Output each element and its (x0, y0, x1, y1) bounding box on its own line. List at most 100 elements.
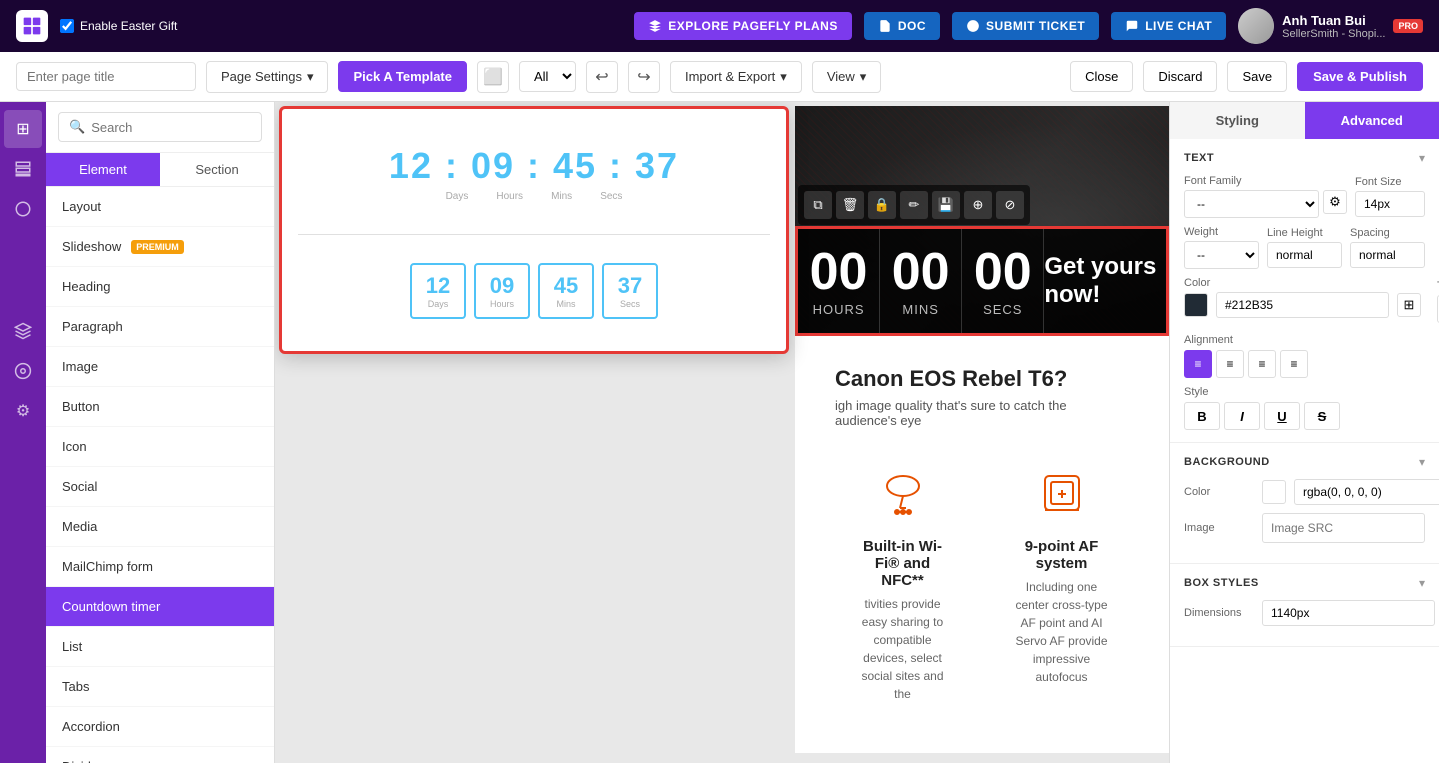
live-chat-button[interactable]: LIVE CHAT (1111, 12, 1226, 40)
toolbar: Page Settings ▾ Pick A Template ⬜ All ↩ … (0, 52, 1439, 102)
element-item-countdown[interactable]: Countdown timer (46, 587, 274, 627)
submit-ticket-button[interactable]: SUBMIT TICKET (952, 12, 1099, 40)
element-item-social[interactable]: Social (46, 467, 274, 507)
element-item-layout[interactable]: Layout (46, 187, 274, 227)
spacing-label: Spacing (1350, 227, 1425, 239)
element-item-divider[interactable]: Divider (46, 747, 274, 763)
align-center-btn[interactable]: ≡ (1216, 350, 1244, 378)
right-panel-tabs: Styling Advanced (1170, 102, 1439, 139)
align-justify-btn[interactable]: ≡ (1280, 350, 1308, 378)
box-styles-header: BOX STYLES ▾ (1184, 576, 1425, 590)
element-item-image[interactable]: Image (46, 347, 274, 387)
line-height-input[interactable] (1267, 242, 1342, 268)
bg-section-header: BACKGROUND ▾ (1184, 455, 1425, 469)
view-button[interactable]: View ▾ (812, 61, 881, 93)
device-preview-icon[interactable]: ⬜ (477, 61, 509, 93)
sections-sidebar-icon[interactable] (4, 150, 42, 188)
underline-btn[interactable]: U (1264, 402, 1300, 430)
import-export-button[interactable]: Import & Export ▾ (670, 61, 802, 93)
bg-color-preview[interactable] (1262, 480, 1286, 504)
delete-tool[interactable]: 🗑 (836, 191, 864, 219)
font-family-label: Font Family (1184, 175, 1347, 187)
bold-btn[interactable]: B (1184, 402, 1220, 430)
content-section: Canon EOS Rebel T6? igh image quality th… (795, 336, 1169, 753)
elements-sidebar-icon[interactable]: ⊞ (4, 110, 42, 148)
text-section-title: TEXT (1184, 152, 1214, 164)
element-item-heading[interactable]: Heading (46, 267, 274, 307)
element-item-button[interactable]: Button (46, 387, 274, 427)
element-item-icon[interactable]: Icon (46, 427, 274, 467)
settings-sidebar-icon[interactable]: ⚙ (4, 392, 42, 430)
text-color-preview[interactable] (1184, 293, 1208, 317)
bg-section-chevron[interactable]: ▾ (1419, 455, 1425, 469)
doc-button[interactable]: DOC (864, 12, 940, 40)
save-publish-button[interactable]: Save & Publish (1297, 62, 1423, 91)
weight-select[interactable]: -- (1184, 241, 1259, 269)
element-item-list[interactable]: List (46, 627, 274, 667)
spacing-input[interactable] (1350, 242, 1425, 268)
element-item-paragraph[interactable]: Paragraph (46, 307, 274, 347)
page-settings-button[interactable]: Page Settings ▾ (206, 61, 328, 93)
align-left-btn[interactable]: ≡ (1184, 350, 1212, 378)
box-styles-chevron[interactable]: ▾ (1419, 576, 1425, 590)
edit-tool[interactable]: ✏ (900, 191, 928, 219)
device-select[interactable]: All (519, 61, 576, 92)
copy-tool[interactable]: ⧉ (804, 191, 832, 219)
close-button[interactable]: Close (1070, 61, 1133, 92)
box-styles-title: BOX STYLES (1184, 577, 1259, 589)
layers-sidebar-icon[interactable] (4, 312, 42, 350)
bg-color-wrap: ⊞ (1262, 479, 1439, 505)
save-button[interactable]: Save (1227, 61, 1287, 92)
font-family-gear[interactable]: ⚙ (1323, 190, 1347, 214)
image-src-input[interactable] (1263, 516, 1425, 540)
countdown-secs-value: 00 (974, 246, 1032, 298)
shopify-sidebar-icon[interactable] (4, 190, 42, 228)
gift-toggle[interactable]: Enable Easter Gift (60, 19, 177, 33)
element-item-slideshow[interactable]: Slideshow PREMIUM (46, 227, 274, 267)
tab-element[interactable]: Element (46, 153, 160, 186)
template-popup: 12 : 09 : 45 : 37 Days Hours Mins Secs 1… (279, 106, 789, 354)
timer-box-mins: 45 Mins (538, 263, 594, 319)
element-item-tabs[interactable]: Tabs (46, 667, 274, 707)
search-input[interactable] (91, 120, 251, 135)
bg-color-input[interactable] (1294, 479, 1439, 505)
countdown-hours-unit: 00 HOURS (798, 229, 880, 333)
bg-image-row: Image ⬆ (1184, 513, 1425, 543)
gift-checkbox[interactable] (60, 19, 74, 33)
feature-item-af: 9-point AF system Including one center c… (994, 448, 1129, 723)
countdown-hours-value: 00 (810, 246, 868, 298)
color-picker-button[interactable]: ⊞ (1397, 293, 1421, 317)
duplicate-tool[interactable]: ⊕ (964, 191, 992, 219)
save-tool[interactable]: 💾 (932, 191, 960, 219)
text-color-input[interactable] (1216, 292, 1389, 318)
element-item-media[interactable]: Media (46, 507, 274, 547)
font-family-row: Font Family -- ⚙ Font Size (1184, 175, 1425, 218)
font-family-select[interactable]: -- (1184, 190, 1319, 218)
more-tool[interactable]: ⊘ (996, 191, 1024, 219)
timer-style-1[interactable]: 12 : 09 : 45 : 37 Days Hours Mins Secs (298, 125, 770, 222)
discard-button[interactable]: Discard (1143, 61, 1217, 92)
weight-label: Weight (1184, 226, 1259, 238)
align-right-btn[interactable]: ≡ (1248, 350, 1276, 378)
element-item-mailchimp[interactable]: MailChimp form (46, 547, 274, 587)
italic-btn[interactable]: I (1224, 402, 1260, 430)
explore-plans-button[interactable]: EXPLORE PAGEFLY PLANS (634, 12, 852, 40)
strikethrough-btn[interactable]: S (1304, 402, 1340, 430)
timer-style-2[interactable]: 12 Days 09 Hours 45 Mins 37 Secs (298, 247, 770, 335)
countdown-secs-unit: 00 SECS (962, 229, 1044, 333)
tab-section[interactable]: Section (160, 153, 274, 186)
redo-button[interactable]: ↪ (628, 61, 660, 93)
font-size-input[interactable] (1355, 191, 1425, 217)
tab-styling[interactable]: Styling (1170, 102, 1305, 139)
text-section-header: TEXT ▾ (1184, 151, 1425, 165)
page-title-input[interactable] (16, 62, 196, 91)
lock-tool[interactable]: 🔒 (868, 191, 896, 219)
tab-advanced[interactable]: Advanced (1305, 102, 1439, 139)
pick-template-button[interactable]: Pick A Template (338, 61, 467, 92)
integrations-sidebar-icon[interactable] (4, 352, 42, 390)
width-input[interactable] (1262, 600, 1435, 626)
element-item-accordion[interactable]: Accordion (46, 707, 274, 747)
text-section-chevron[interactable]: ▾ (1419, 151, 1425, 165)
logo (16, 10, 48, 42)
undo-button[interactable]: ↩ (586, 61, 618, 93)
